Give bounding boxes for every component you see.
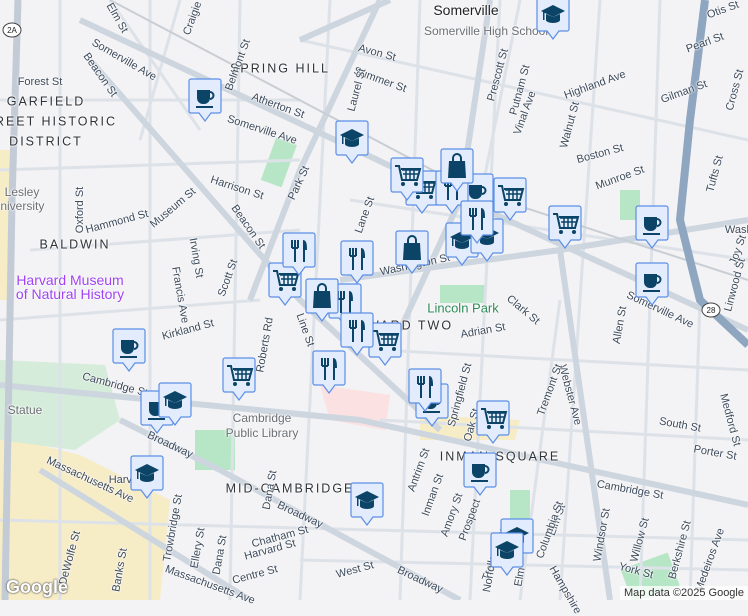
route-shield-2a: 2A (2, 22, 22, 38)
coffee-marker[interactable] (635, 262, 669, 308)
school-marker[interactable] (158, 382, 192, 428)
svg-text:28: 28 (707, 306, 716, 315)
svg-text:2A: 2A (7, 26, 17, 35)
restaurant-marker[interactable] (312, 350, 346, 396)
restaurant-marker[interactable] (460, 200, 494, 246)
google-logo: Google (6, 577, 68, 597)
school-marker[interactable] (350, 482, 384, 528)
grocery-marker[interactable] (548, 205, 582, 251)
restaurant-marker[interactable] (282, 232, 316, 278)
coffee-marker[interactable] (635, 205, 669, 251)
school-marker[interactable] (130, 455, 164, 501)
school-marker[interactable] (490, 532, 524, 578)
grocery-marker[interactable] (476, 400, 510, 446)
school-marker[interactable] (335, 120, 369, 166)
restaurant-marker[interactable] (340, 240, 374, 286)
route-shield-28: 28 (701, 302, 721, 318)
grocery-marker[interactable] (493, 177, 527, 223)
coffee-marker[interactable] (188, 78, 222, 124)
coffee-marker[interactable] (112, 328, 146, 374)
shopping-marker[interactable] (395, 230, 429, 276)
restaurant-marker[interactable] (408, 368, 442, 414)
map-attribution[interactable]: Map data ©2025 Google (619, 586, 748, 600)
grocery-marker[interactable] (390, 157, 424, 203)
coffee-marker[interactable] (463, 452, 497, 498)
school-marker[interactable] (536, 0, 570, 42)
shopping-marker[interactable] (305, 278, 339, 324)
shopping-marker[interactable] (440, 148, 474, 194)
highway-93 (675, 0, 748, 348)
grocery-marker[interactable] (222, 357, 256, 403)
